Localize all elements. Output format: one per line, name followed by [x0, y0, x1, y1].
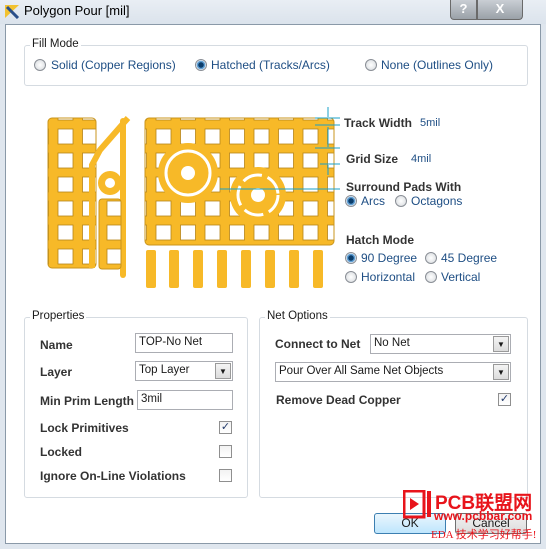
- hatch-vertical-label[interactable]: Vertical: [441, 270, 480, 284]
- name-label: Name: [40, 338, 73, 352]
- fill-hatched-label[interactable]: Hatched (Tracks/Arcs): [211, 58, 330, 72]
- surround-arcs-radio[interactable]: [345, 195, 357, 207]
- ignore-violations-label: Ignore On-Line Violations: [40, 469, 186, 483]
- surround-octagons-label[interactable]: Octagons: [411, 194, 462, 208]
- fill-hatched-radio[interactable]: [195, 59, 207, 71]
- ignore-violations-checkbox[interactable]: [219, 469, 232, 482]
- close-icon: X: [495, 1, 505, 16]
- close-button[interactable]: X: [477, 0, 523, 20]
- fill-solid-label[interactable]: Solid (Copper Regions): [51, 58, 176, 72]
- surround-pads-label: Surround Pads With: [346, 180, 462, 194]
- min-prim-length-input[interactable]: 3mil: [137, 390, 233, 410]
- track-width-value: 5mil: [420, 117, 441, 129]
- hatch-horizontal-radio[interactable]: [345, 271, 357, 283]
- layer-value: Top Layer: [139, 364, 190, 376]
- layer-select[interactable]: Top Layer ▼: [135, 361, 233, 381]
- surround-arcs-label[interactable]: Arcs: [361, 194, 385, 208]
- lock-primitives-checkbox[interactable]: ✓: [219, 421, 232, 434]
- properties-label: Properties: [30, 310, 87, 322]
- fill-solid-radio[interactable]: [34, 59, 46, 71]
- hatch-horizontal-label[interactable]: Horizontal: [361, 270, 415, 284]
- locked-label: Locked: [40, 445, 83, 459]
- cancel-button[interactable]: Cancel: [455, 513, 527, 534]
- locked-checkbox[interactable]: [219, 445, 232, 458]
- grid-size-value: 4mil: [411, 153, 432, 165]
- connect-to-net-select[interactable]: No Net ▼: [370, 334, 511, 354]
- hatch-45-radio[interactable]: [425, 252, 437, 264]
- chevron-down-icon[interactable]: ▼: [493, 364, 509, 380]
- grid-size-label: Grid Size: [346, 152, 399, 166]
- connect-to-net-label: Connect to Net: [275, 337, 361, 351]
- layer-label: Layer: [40, 365, 73, 379]
- remove-dead-copper-checkbox[interactable]: ✓: [498, 393, 511, 406]
- connect-to-net-value: No Net: [374, 337, 410, 349]
- chevron-down-icon[interactable]: ▼: [493, 336, 509, 352]
- net-options-label: Net Options: [265, 310, 330, 322]
- hatch-vertical-radio[interactable]: [425, 271, 437, 283]
- ok-button[interactable]: OK: [374, 513, 446, 534]
- window-title: Polygon Pour [mil]: [24, 3, 130, 18]
- hatch-90-label[interactable]: 90 Degree: [361, 251, 417, 265]
- name-input[interactable]: TOP-No Net: [135, 333, 233, 353]
- pour-over-value: Pour Over All Same Net Objects: [279, 365, 444, 377]
- hatch-90-radio[interactable]: [345, 252, 357, 264]
- track-width-label: Track Width: [344, 116, 412, 130]
- help-button[interactable]: ?: [450, 0, 477, 20]
- hatch-preview-diagram: [47, 107, 340, 288]
- fill-none-label[interactable]: None (Outlines Only): [381, 58, 493, 72]
- help-icon: ?: [459, 1, 468, 16]
- fill-mode-label: Fill Mode: [30, 38, 81, 50]
- polygon-app-icon: [5, 5, 20, 19]
- pour-over-select[interactable]: Pour Over All Same Net Objects ▼: [275, 362, 511, 382]
- surround-octagons-radio[interactable]: [395, 195, 407, 207]
- chevron-down-icon[interactable]: ▼: [215, 363, 231, 379]
- hatch-mode-label: Hatch Mode: [346, 233, 415, 247]
- hatch-45-label[interactable]: 45 Degree: [441, 251, 497, 265]
- fill-none-radio[interactable]: [365, 59, 377, 71]
- min-prim-length-label: Min Prim Length: [40, 394, 134, 408]
- remove-dead-copper-label: Remove Dead Copper: [276, 393, 401, 407]
- title-bar: Polygon Pour [mil] ? X: [0, 0, 546, 24]
- lock-primitives-label: Lock Primitives: [40, 421, 129, 435]
